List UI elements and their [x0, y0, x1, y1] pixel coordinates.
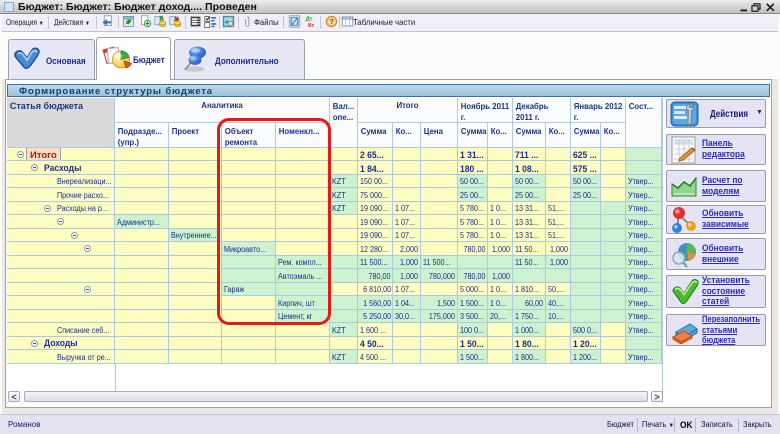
svg-text:Дт: Дт [306, 17, 313, 23]
svg-text:?: ? [329, 17, 334, 26]
svg-text:Кт: Кт [308, 23, 314, 28]
